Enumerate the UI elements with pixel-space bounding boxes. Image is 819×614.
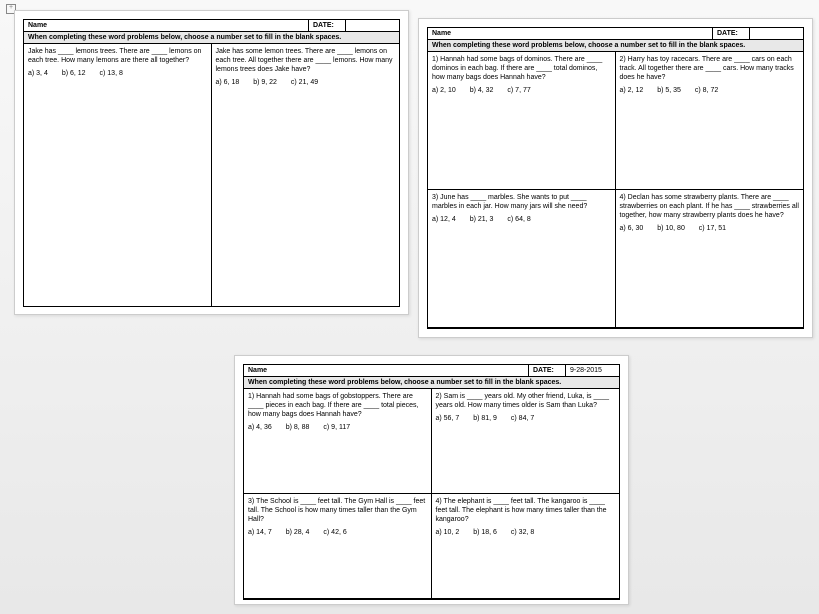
problem-text: 3) June has ____ marbles. She wants to p…	[432, 193, 611, 211]
problem-cell: 1) Hannah had some bags of dominos. Ther…	[428, 52, 616, 190]
options-row: a) 12, 4 b) 21, 3 c) 64, 8	[432, 215, 611, 224]
date-label: DATE:	[713, 28, 750, 39]
option-a: a) 12, 4	[432, 216, 456, 223]
worksheet-page-3: Name DATE: 9-28-2015 When completing the…	[234, 355, 629, 605]
problem-text: 2) Sam is ____ years old. My other frien…	[436, 392, 616, 410]
problem-grid: 1) Hannah had some bags of gobstoppers. …	[244, 389, 619, 599]
options-row: a) 10, 2 b) 18, 6 c) 32, 8	[436, 528, 616, 537]
problem-text: 4) Declan has some strawberry plants. Th…	[620, 193, 800, 220]
header-row: Name DATE:	[24, 20, 399, 32]
worksheet-page-1: Name DATE: When completing these word pr…	[14, 10, 409, 315]
date-label: DATE:	[529, 365, 566, 376]
option-c: c) 32, 8	[511, 529, 534, 536]
date-value	[750, 28, 803, 39]
worksheet: Name DATE: When completing these word pr…	[427, 27, 804, 329]
option-b: b) 81, 9	[473, 415, 497, 422]
option-c: c) 7, 77	[507, 87, 530, 94]
option-a: a) 6, 30	[620, 225, 644, 232]
problem-text: 1) Hannah had some bags of dominos. Ther…	[432, 55, 611, 82]
option-c: c) 84, 7	[511, 415, 534, 422]
problem-text: 1) Hannah had some bags of gobstoppers. …	[248, 392, 427, 419]
problem-text: Jake has ____ lemons trees. There are __…	[28, 47, 207, 65]
options-row: a) 6, 18 b) 9, 22 c) 21, 49	[216, 78, 396, 87]
header-row: Name DATE:	[428, 28, 803, 40]
header-row: Name DATE: 9-28-2015	[244, 365, 619, 377]
option-b: b) 9, 22	[253, 79, 277, 86]
problem-grid: 1) Hannah had some bags of dominos. Ther…	[428, 52, 803, 328]
option-b: b) 6, 12	[62, 70, 86, 77]
option-c: c) 64, 8	[507, 216, 530, 223]
problem-cell: 1) Hannah had some bags of gobstoppers. …	[244, 389, 432, 494]
problem-cell: Jake has some lemon trees. There are ___…	[212, 44, 400, 306]
option-b: b) 21, 3	[470, 216, 494, 223]
options-row: a) 4, 36 b) 8, 88 c) 9, 117	[248, 423, 427, 432]
instruction-text: When completing these word problems belo…	[244, 377, 619, 389]
worksheet: Name DATE: When completing these word pr…	[23, 19, 400, 307]
options-row: a) 56, 7 b) 81, 9 c) 84, 7	[436, 414, 616, 423]
option-b: b) 28, 4	[286, 529, 310, 536]
option-b: b) 4, 32	[470, 87, 494, 94]
problem-cell: Jake has ____ lemons trees. There are __…	[24, 44, 212, 306]
option-b: b) 8, 88	[286, 424, 310, 431]
option-c: c) 13, 8	[100, 70, 123, 77]
name-label: Name	[428, 28, 713, 39]
problem-text: 2) Harry has toy racecars. There are ___…	[620, 55, 800, 82]
problem-cell: 3) June has ____ marbles. She wants to p…	[428, 190, 616, 328]
problem-text: 3) The School is ____ feet tall. The Gym…	[248, 497, 427, 524]
instruction-text: When completing these word problems belo…	[24, 32, 399, 44]
name-label: Name	[244, 365, 529, 376]
options-row: a) 6, 30 b) 10, 80 c) 17, 51	[620, 224, 800, 233]
options-row: a) 3, 4 b) 6, 12 c) 13, 8	[28, 69, 207, 78]
worksheet-page-2: Name DATE: When completing these word pr…	[418, 18, 813, 338]
problem-cell: 3) The School is ____ feet tall. The Gym…	[244, 494, 432, 599]
problem-text: 4) The elephant is ____ feet tall. The k…	[436, 497, 616, 524]
option-a: a) 2, 12	[620, 87, 644, 94]
problem-text: Jake has some lemon trees. There are ___…	[216, 47, 396, 74]
option-b: b) 5, 35	[657, 87, 681, 94]
option-a: a) 2, 10	[432, 87, 456, 94]
problem-cell: 4) The elephant is ____ feet tall. The k…	[432, 494, 620, 599]
problem-cell: 2) Harry has toy racecars. There are ___…	[616, 52, 804, 190]
problem-grid: Jake has ____ lemons trees. There are __…	[24, 44, 399, 306]
date-value	[346, 20, 399, 31]
instruction-text: When completing these word problems belo…	[428, 40, 803, 52]
option-a: a) 56, 7	[436, 415, 460, 422]
option-a: a) 6, 18	[216, 79, 240, 86]
options-row: a) 2, 10 b) 4, 32 c) 7, 77	[432, 86, 611, 95]
options-row: a) 2, 12 b) 5, 35 c) 8, 72	[620, 86, 800, 95]
option-c: c) 21, 49	[291, 79, 318, 86]
problem-cell: 2) Sam is ____ years old. My other frien…	[432, 389, 620, 494]
worksheet: Name DATE: 9-28-2015 When completing the…	[243, 364, 620, 600]
problem-cell: 4) Declan has some strawberry plants. Th…	[616, 190, 804, 328]
option-c: c) 8, 72	[695, 87, 718, 94]
option-a: a) 10, 2	[436, 529, 460, 536]
option-a: a) 14, 7	[248, 529, 272, 536]
date-value: 9-28-2015	[566, 365, 619, 376]
option-b: b) 10, 80	[657, 225, 685, 232]
name-label: Name	[24, 20, 309, 31]
date-label: DATE:	[309, 20, 346, 31]
option-c: c) 17, 51	[699, 225, 726, 232]
option-b: b) 18, 6	[473, 529, 497, 536]
option-a: a) 3, 4	[28, 70, 48, 77]
option-c: c) 42, 6	[323, 529, 346, 536]
option-a: a) 4, 36	[248, 424, 272, 431]
options-row: a) 14, 7 b) 28, 4 c) 42, 6	[248, 528, 427, 537]
option-c: c) 9, 117	[323, 424, 350, 431]
